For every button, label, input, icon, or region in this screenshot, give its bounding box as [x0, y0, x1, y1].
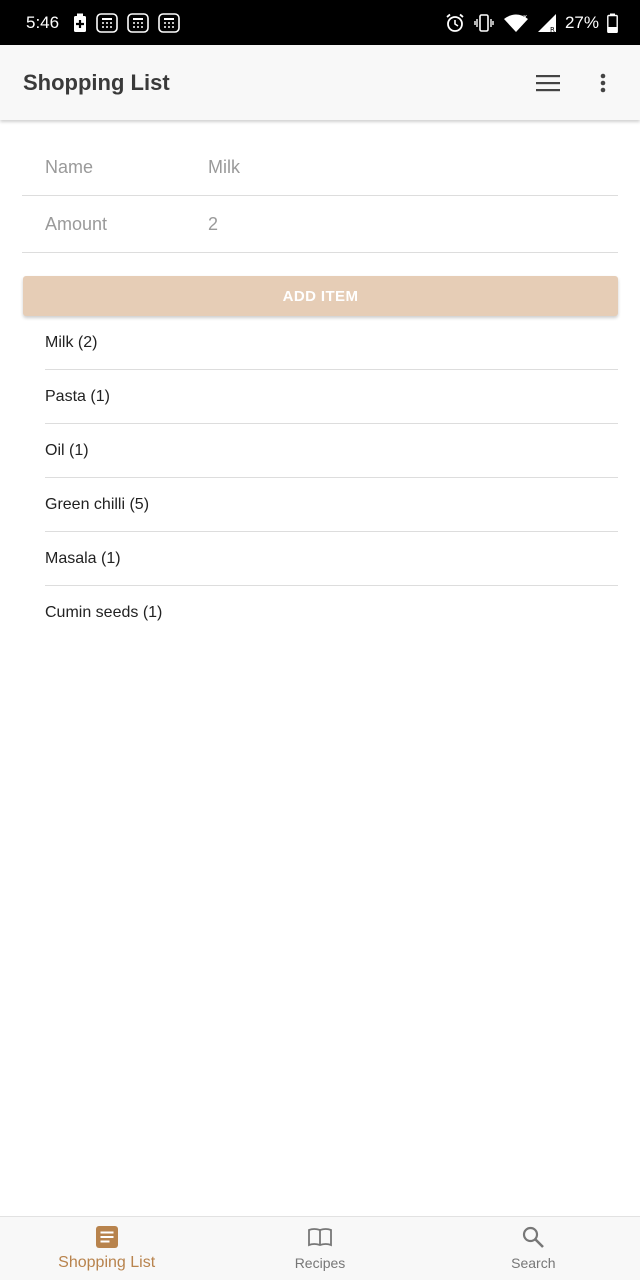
calculator-icon: [158, 12, 180, 33]
list-icon: [95, 1226, 118, 1248]
add-item-button[interactable]: ADD ITEM: [23, 276, 618, 316]
list-item[interactable]: Oil (1): [45, 424, 618, 478]
hamburger-menu-icon: [536, 74, 560, 91]
tab-label: Shopping List: [58, 1254, 156, 1271]
overflow-menu-button[interactable]: [588, 59, 618, 107]
calculator-icon: [127, 12, 149, 33]
search-icon: [523, 1226, 545, 1248]
name-label: Name: [45, 156, 94, 177]
menu-button[interactable]: [524, 59, 572, 107]
name-field-row: Name: [22, 139, 618, 196]
tab-shopping-list[interactable]: Shopping List: [0, 1217, 213, 1280]
tab-search[interactable]: Search: [427, 1217, 640, 1280]
page-title: Shopping List: [23, 69, 170, 95]
tab-label: Search: [511, 1255, 556, 1271]
tab-recipes[interactable]: Recipes: [213, 1217, 426, 1280]
app-bar-actions: [524, 59, 618, 107]
amount-input[interactable]: [208, 213, 618, 235]
name-input[interactable]: [208, 156, 618, 178]
status-time: 5:46: [26, 12, 60, 32]
battery-percent: 27%: [564, 12, 599, 32]
list-item[interactable]: Masala (1): [45, 532, 618, 586]
add-item-form: Name Amount: [22, 120, 618, 253]
calculator-icon: [96, 12, 118, 33]
shopping-list: Milk (2) Pasta (1) Oil (1) Green chilli …: [45, 316, 618, 640]
list-item[interactable]: Milk (2): [45, 316, 618, 370]
battery-saver-icon: [73, 13, 87, 33]
alarm-icon: [445, 13, 465, 33]
status-bar: 5:46 x R 27%: [0, 0, 640, 45]
more-vert-icon: [600, 73, 606, 92]
tab-label: Recipes: [294, 1255, 346, 1271]
status-icons-left: [73, 12, 180, 33]
list-item[interactable]: Cumin seeds (1): [45, 586, 618, 640]
wifi-icon: x: [503, 13, 529, 33]
list-item[interactable]: Green chilli (5): [45, 478, 618, 532]
vibrate-icon: [473, 13, 495, 33]
book-icon: [308, 1228, 332, 1247]
svg-text:x: x: [523, 13, 527, 21]
svg-text:R: R: [550, 26, 555, 33]
status-icons-right: x R 27%: [445, 13, 618, 33]
bottom-navigation: Shopping List Recipes Search: [0, 1216, 640, 1280]
amount-field-row: Amount: [22, 196, 618, 253]
signal-icon: R: [537, 13, 557, 33]
app-bar: Shopping List: [0, 45, 640, 120]
battery-icon: [607, 13, 618, 33]
list-item[interactable]: Pasta (1): [45, 370, 618, 424]
amount-label: Amount: [45, 213, 108, 234]
